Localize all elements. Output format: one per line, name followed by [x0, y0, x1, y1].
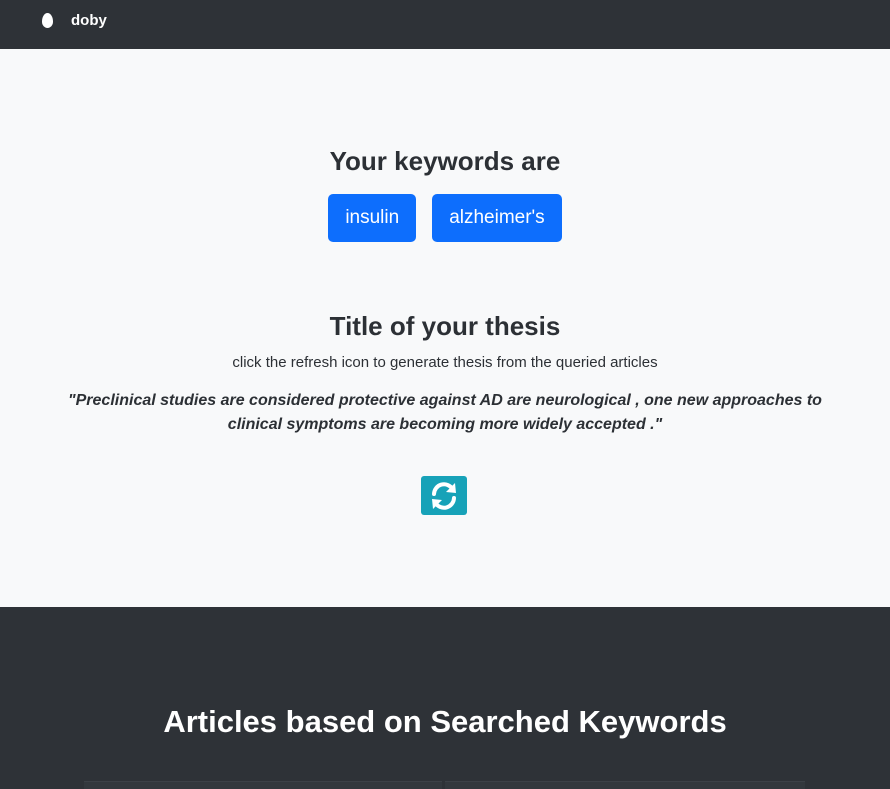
thesis-heading: Title of your thesis — [329, 311, 561, 341]
articles-heading: Articles based on Searched Keywords — [163, 704, 727, 739]
article-card[interactable] — [445, 781, 805, 789]
thesis-hint: click the refresh icon to generate thesi… — [232, 354, 658, 371]
keyword-button-alzheimers[interactable]: alzheimer's — [432, 194, 562, 242]
refresh-button[interactable] — [421, 476, 467, 515]
refresh-icon — [432, 481, 456, 510]
keywords-heading: Your keywords are — [329, 146, 561, 176]
navbar: doby — [0, 0, 890, 49]
keyword-button-insulin[interactable]: insulin — [328, 194, 417, 242]
egg-icon[interactable] — [42, 13, 53, 28]
thesis-text: "Preclinical studies are considered prot… — [68, 392, 822, 433]
articles-section: Articles based on Searched Keywords — [0, 607, 890, 789]
article-card[interactable] — [84, 781, 442, 789]
brand-name[interactable]: doby — [71, 12, 107, 29]
hero-section: Your keywords are insulin alzheimer's Ti… — [0, 49, 890, 607]
keyword-list: insulin alzheimer's — [0, 194, 890, 242]
